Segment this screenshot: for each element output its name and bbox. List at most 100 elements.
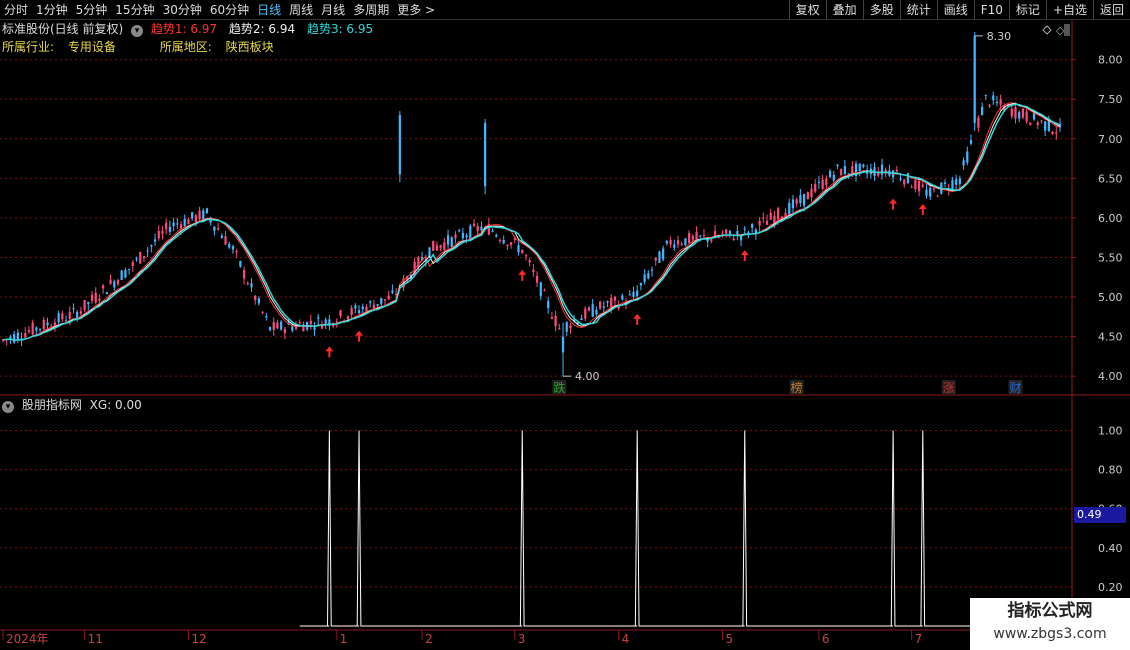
candle-body (187, 219, 190, 225)
candle-body (24, 333, 27, 338)
indicator-tick-label: 0.80 (1098, 464, 1123, 477)
candle-body (628, 294, 631, 296)
candle-body (317, 317, 320, 319)
price-tick-label: 5.00 (1098, 291, 1123, 304)
candle-body (569, 325, 572, 329)
candle-body (235, 251, 238, 253)
candle-body (276, 322, 279, 329)
candle-body (802, 193, 806, 206)
candle-body (94, 292, 97, 303)
candle-body (650, 269, 654, 271)
candle-body (895, 169, 898, 172)
candle-body (1051, 131, 1054, 134)
time-tick-label: 3 (518, 632, 526, 646)
candle-body (376, 304, 379, 306)
candle-body (250, 283, 253, 288)
candle-body (1018, 112, 1021, 119)
candle-body (1044, 121, 1047, 131)
candle-body (591, 304, 594, 317)
candle-body (350, 307, 353, 316)
candle-body (969, 140, 973, 144)
candle-body (491, 230, 494, 232)
candle-body (242, 270, 246, 279)
candle-body (220, 235, 223, 239)
candle-body (981, 107, 984, 116)
candle-body (1032, 112, 1036, 120)
candle-body (398, 115, 401, 175)
candle-body (532, 269, 535, 273)
event-marker: 财 (1009, 381, 1021, 395)
candle-body (357, 310, 361, 314)
time-tick-label: 12 (191, 632, 206, 646)
time-tick-label: 7 (915, 632, 923, 646)
candle-body (699, 235, 702, 237)
candle-body (977, 117, 980, 128)
kline-chart[interactable]: 8.00 7.50 7.00 6.50 6.00 5.50 5.00 4.50 4.00 8.30… (0, 0, 1130, 650)
price-tick-label: 4.50 (1098, 331, 1123, 344)
candle-body (984, 94, 987, 96)
candle-body (528, 260, 531, 263)
candle-body (257, 298, 261, 304)
candle-body (613, 296, 617, 301)
collapse-icon[interactable]: ▾ (2, 401, 14, 413)
candle-body (962, 160, 965, 166)
candle-body (165, 222, 168, 230)
candle-body (1029, 122, 1032, 126)
price-tick-label: 4.00 (1098, 370, 1123, 383)
candle-body (758, 220, 761, 226)
candle-body (98, 298, 101, 301)
candle-body (502, 239, 505, 244)
candle-body (324, 319, 327, 324)
candle-body (113, 281, 116, 288)
scroll-handle (1064, 24, 1070, 36)
candle-body (836, 164, 839, 167)
candle-body (461, 232, 465, 239)
indicator-title-row: ▾ 股朋指标网 XG: 0.00 (2, 397, 142, 413)
time-tick-label: 11 (88, 632, 103, 646)
candle-body (958, 178, 961, 184)
candle-body (469, 225, 472, 240)
price-tick-label: 6.50 (1098, 172, 1123, 185)
candle-body (791, 199, 795, 209)
candle-body (35, 327, 38, 331)
candle-body (361, 306, 364, 310)
candle-body (64, 320, 68, 322)
candle-body (943, 182, 947, 184)
candle-body (595, 310, 598, 315)
candle-body (862, 164, 865, 167)
candle-body (910, 186, 913, 188)
candle-body (610, 298, 613, 308)
time-tick-label: 6 (822, 632, 830, 646)
candle-body (973, 35, 976, 123)
candle-body (179, 224, 183, 229)
candle-body (458, 230, 461, 232)
time-tick-label: 2 (425, 632, 433, 646)
candle-body (955, 179, 958, 185)
candle-body (621, 295, 624, 300)
candle-body (495, 234, 498, 237)
candle-body (1040, 120, 1043, 122)
candle-body (450, 237, 453, 247)
candle-body (851, 166, 854, 174)
candle-body (280, 321, 283, 330)
indicator-tick-label: 0.40 (1098, 542, 1123, 555)
candle-body (795, 199, 798, 204)
max-price-label: 8.30 (987, 30, 1012, 43)
price-tick-label: 8.00 (1098, 54, 1123, 67)
candle-body (673, 244, 676, 248)
candle-body (265, 316, 268, 318)
candle-body (146, 250, 149, 252)
candle-body (31, 322, 34, 335)
candle-body (83, 300, 86, 310)
candle-body (435, 245, 439, 251)
candle-body (465, 235, 468, 238)
candle-body (198, 210, 201, 220)
event-marker: 跌 (553, 380, 565, 395)
candle-body (988, 104, 991, 107)
candle-body (16, 332, 19, 340)
candle-body (116, 280, 120, 285)
candle-body (832, 174, 835, 181)
candle-body (543, 290, 546, 292)
candle-body (27, 330, 31, 333)
candle-body (213, 226, 216, 231)
